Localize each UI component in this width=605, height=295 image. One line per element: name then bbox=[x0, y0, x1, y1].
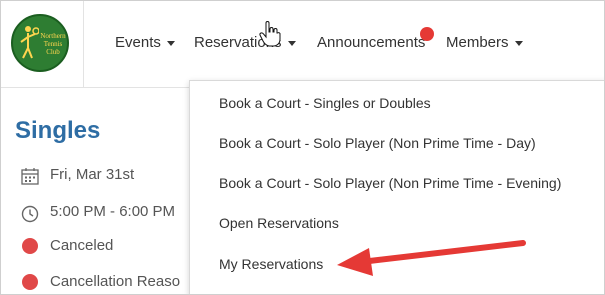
app-frame: Northern Tennis Club Events Reservations… bbox=[0, 0, 605, 295]
annotation-arrow-icon bbox=[337, 240, 526, 276]
